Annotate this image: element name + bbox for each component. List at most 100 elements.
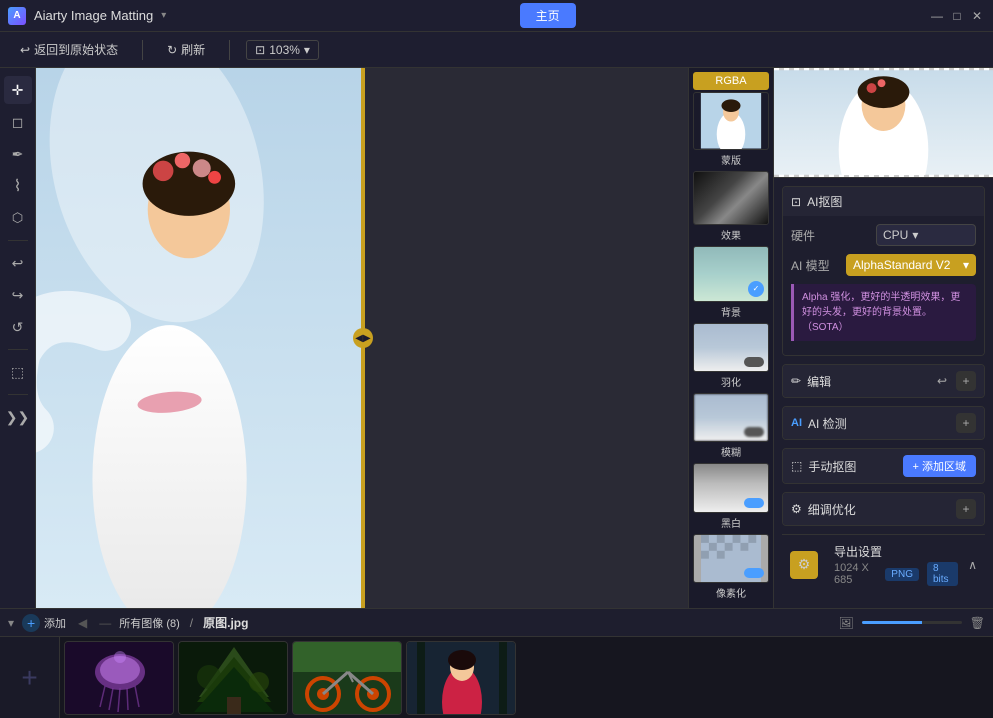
model-row: AI 模型 AlphaStandard V2 ▾ bbox=[791, 254, 976, 276]
canvas-area[interactable]: ◀▶ bbox=[36, 68, 688, 608]
ai-detect-plus[interactable]: + bbox=[956, 413, 976, 433]
model-label: AI 模型 bbox=[791, 257, 830, 274]
pen-tool[interactable]: ✒ bbox=[4, 140, 32, 168]
ai-detect-title-group: AI AI 检测 bbox=[791, 415, 847, 432]
split-handle[interactable]: ◀▶ bbox=[361, 68, 365, 608]
preview-svg bbox=[774, 70, 993, 175]
more-tools[interactable]: ❯❯ bbox=[4, 403, 32, 431]
main-toolbar: ↩ 返回到原始状态 ↻ 刷新 ⊡ 103% ▾ bbox=[0, 32, 993, 68]
edit-icon: ✏ bbox=[791, 374, 801, 388]
thumb-original[interactable] bbox=[693, 92, 769, 150]
left-toolbar: ✛ ◻ ✒ ⌇ ⬡ ↩ ↪ ↺ ⬚ ❯❯ bbox=[0, 68, 36, 608]
reset-button[interactable]: ↩ 返回到原始状态 bbox=[12, 37, 126, 62]
fill-tool[interactable]: ⬡ bbox=[4, 204, 32, 232]
zoom-control[interactable]: ⊡ 103% ▾ bbox=[246, 40, 319, 60]
add-circle-button[interactable]: + bbox=[22, 614, 40, 632]
bride-svg bbox=[36, 68, 361, 608]
home-button[interactable]: 主页 bbox=[520, 3, 576, 28]
redo-label: 刷新 bbox=[181, 41, 205, 58]
eraser-tool[interactable]: ◻ bbox=[4, 108, 32, 136]
refine-title: 细调优化 bbox=[808, 501, 856, 518]
app-logo: A bbox=[8, 7, 26, 25]
thumb-mask[interactable] bbox=[693, 171, 769, 225]
app-dropdown-arrow[interactable]: ▾ bbox=[161, 10, 166, 21]
undo-tool[interactable]: ↩ bbox=[4, 249, 32, 277]
collapse-icon[interactable]: ▾ bbox=[8, 616, 14, 630]
blur-toggle[interactable] bbox=[744, 427, 764, 437]
maximize-button[interactable]: □ bbox=[949, 8, 965, 24]
window-controls: — □ ✕ bbox=[929, 8, 985, 24]
redo-tool[interactable]: ↪ bbox=[4, 281, 32, 309]
delete-icon[interactable]: 🗑 bbox=[970, 616, 985, 630]
rgba-button[interactable]: RGBA bbox=[693, 72, 769, 90]
edit-section: ✏ 编辑 ↩ + bbox=[782, 364, 985, 398]
thumb-bw[interactable] bbox=[693, 463, 769, 512]
redo-button[interactable]: ↻ 刷新 bbox=[159, 37, 213, 62]
thumb-blur[interactable] bbox=[693, 393, 769, 442]
main-area: ✛ ◻ ✒ ⌇ ⬡ ↩ ↪ ↺ ⬚ ❯❯ bbox=[0, 68, 993, 608]
blur-label: 模糊 bbox=[693, 444, 769, 459]
effects-panel: RGBA 蒙版 效果 ✓ 背景 bbox=[688, 68, 773, 608]
add-button-group: + 添加 bbox=[22, 614, 66, 632]
export-collapse-button[interactable]: ∧ bbox=[968, 558, 977, 572]
rect-select-tool[interactable]: ⬚ bbox=[4, 358, 32, 386]
pixelate-toggle[interactable] bbox=[744, 568, 764, 578]
edit-header[interactable]: ✏ 编辑 ↩ + bbox=[783, 365, 984, 397]
preview-top bbox=[774, 68, 993, 178]
edit-title-group: ✏ 编辑 bbox=[791, 373, 831, 390]
ai-detect-icon: AI bbox=[791, 417, 802, 429]
export-bits: 8 bits bbox=[927, 562, 958, 586]
ai-matting-header[interactable]: ⊡ AI抠图 bbox=[783, 187, 984, 216]
wedding-photo bbox=[36, 68, 361, 608]
export-resolution: 1024 X 685 bbox=[834, 562, 879, 586]
app-name: Aiarty Image Matting bbox=[34, 8, 153, 23]
zoom-icon: ⊡ bbox=[255, 43, 265, 57]
thumb-pixelate[interactable] bbox=[693, 534, 769, 583]
add-image-area[interactable]: + bbox=[0, 637, 60, 718]
add-label: 添加 bbox=[44, 615, 66, 631]
thumb-jellyfish[interactable] bbox=[64, 641, 174, 715]
strip-toolbar: ▾ + 添加 ◀ — 所有图像 (8) / 原图.jpg 🖼 🗑 bbox=[0, 609, 993, 637]
ai-matting-title-group: ⊡ AI抠图 bbox=[791, 193, 842, 210]
ai-detect-title: AI 检测 bbox=[808, 415, 847, 432]
manual-matting-header[interactable]: ⬚ 手动抠图 + 添加区域 bbox=[783, 449, 984, 483]
edit-plus[interactable]: + bbox=[956, 371, 976, 391]
bike-svg bbox=[293, 642, 402, 715]
export-row: ⚙ 导出设置 1024 X 685 PNG 8 bits ∧ bbox=[790, 543, 977, 586]
strip-zoom-slider[interactable] bbox=[862, 621, 962, 624]
move-tool[interactable]: ✛ bbox=[4, 76, 32, 104]
manual-matting-title: 手动抠图 bbox=[808, 458, 856, 475]
close-button[interactable]: ✕ bbox=[969, 8, 985, 24]
manual-matting-title-group: ⬚ 手动抠图 bbox=[791, 458, 856, 475]
ai-detect-header[interactable]: AI AI 检测 + bbox=[783, 407, 984, 439]
redo-icon: ↻ bbox=[167, 43, 177, 57]
zoom-dropdown[interactable]: ▾ bbox=[304, 43, 310, 57]
refine-plus[interactable]: + bbox=[956, 499, 976, 519]
minimize-button[interactable]: — bbox=[929, 8, 945, 24]
edit-undo[interactable]: ↩ bbox=[932, 371, 952, 391]
bw-toggle[interactable] bbox=[744, 498, 764, 508]
export-icon: ⚙ bbox=[790, 551, 818, 579]
edit-title: 编辑 bbox=[807, 373, 831, 390]
right-panel: ⊡ AI抠图 硬件 CPU ▾ AI 模型 bbox=[773, 68, 993, 608]
thumb-forest[interactable] bbox=[178, 641, 288, 715]
redo-tool-2[interactable]: ↺ bbox=[4, 313, 32, 341]
feather-toggle[interactable] bbox=[744, 357, 764, 367]
thumb-bg[interactable]: ✓ bbox=[693, 246, 769, 302]
effects-label: 效果 bbox=[693, 227, 769, 242]
thumb-feather[interactable] bbox=[693, 323, 769, 372]
model-value: AlphaStandard V2 bbox=[853, 258, 950, 272]
thumb-bike[interactable] bbox=[292, 641, 402, 715]
hardware-select[interactable]: CPU ▾ bbox=[876, 224, 976, 246]
woman-svg bbox=[407, 642, 516, 715]
jellyfish-svg bbox=[65, 642, 174, 715]
add-area-button[interactable]: + 添加区域 bbox=[903, 455, 976, 477]
path-all: 所有图像 (8) bbox=[119, 615, 180, 631]
thumb-woman[interactable] bbox=[406, 641, 516, 715]
refine-header[interactable]: ⚙ 细调优化 + bbox=[783, 493, 984, 525]
brush-tool[interactable]: ⌇ bbox=[4, 172, 32, 200]
tool-sep-3 bbox=[8, 394, 28, 395]
model-select[interactable]: AlphaStandard V2 ▾ bbox=[846, 254, 976, 276]
hardware-dropdown-icon: ▾ bbox=[912, 228, 918, 242]
split-handle-circle[interactable]: ◀▶ bbox=[353, 328, 373, 348]
